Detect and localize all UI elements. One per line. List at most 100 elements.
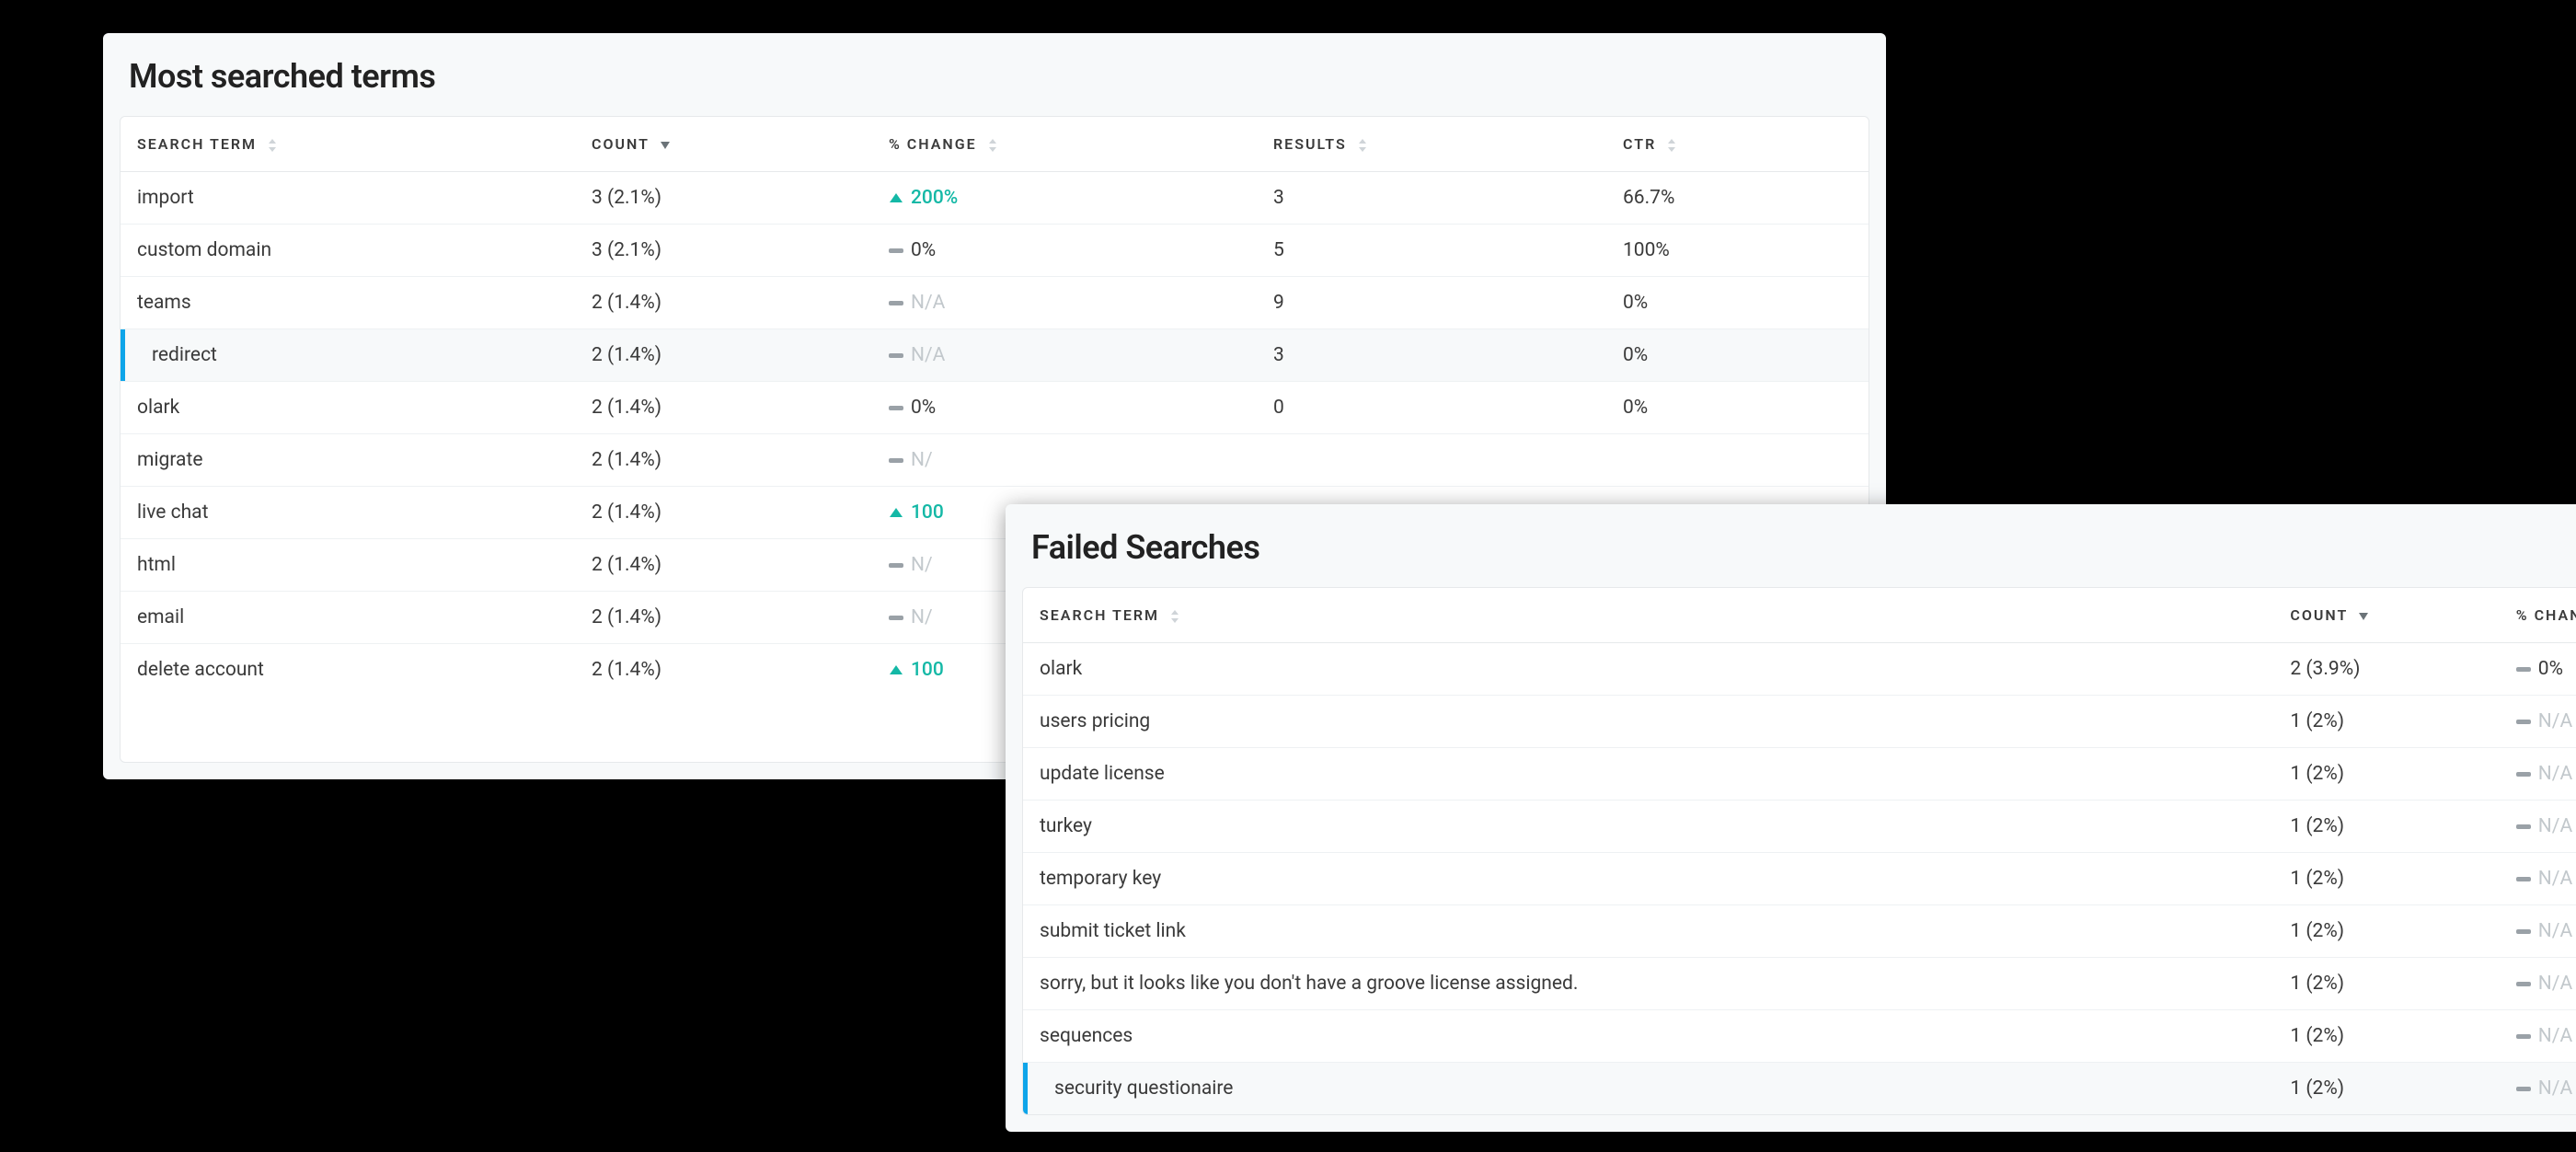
cell-search-term: update license bbox=[1023, 748, 2273, 801]
change-value: 0% bbox=[2538, 658, 2563, 680]
table-row[interactable]: sorry, but it looks like you don't have … bbox=[1023, 958, 2576, 1010]
cell-count: 2 (1.4%) bbox=[575, 277, 872, 329]
cell-results bbox=[1257, 434, 1606, 487]
table-row[interactable]: update license1 (2%)N/A bbox=[1023, 748, 2576, 801]
cell-search-term: sorry, but it looks like you don't have … bbox=[1023, 958, 2273, 1010]
panel-title: Failed Searches bbox=[1006, 504, 2576, 587]
cell-search-term: html bbox=[121, 539, 575, 592]
change-value: N/ bbox=[911, 606, 933, 628]
trend-flat-icon bbox=[2516, 824, 2531, 829]
trend-flat-icon bbox=[889, 458, 903, 463]
cell-search-term: temporary key bbox=[1023, 853, 2273, 905]
col-header-search-term[interactable]: Search Term bbox=[121, 117, 575, 172]
trend-up-icon bbox=[889, 190, 903, 205]
cell-count: 2 (3.9%) bbox=[2273, 643, 2499, 696]
cell-count: 2 (1.4%) bbox=[575, 329, 872, 382]
sort-icon bbox=[1667, 139, 1676, 152]
cell-change: N/A bbox=[2500, 1010, 2576, 1063]
table-row[interactable]: custom domain3 (2.1%)0%5100% bbox=[121, 225, 1869, 277]
table-row[interactable]: users pricing1 (2%)N/A bbox=[1023, 696, 2576, 748]
cell-change: 0% bbox=[872, 382, 1257, 434]
change-value: N/ bbox=[911, 449, 933, 471]
change-value: N/A bbox=[2538, 1025, 2572, 1047]
change-value: N/A bbox=[2538, 868, 2572, 890]
sort-icon bbox=[268, 139, 277, 152]
cell-search-term: teams bbox=[121, 277, 575, 329]
table-row[interactable]: teams2 (1.4%)N/A90% bbox=[121, 277, 1869, 329]
cell-results: 5 bbox=[1257, 225, 1606, 277]
cell-count: 2 (1.4%) bbox=[575, 434, 872, 487]
table-row[interactable]: migrate2 (1.4%) N/ bbox=[121, 434, 1869, 487]
change-value: N/A bbox=[2538, 920, 2572, 942]
change-value: 100 bbox=[911, 501, 944, 524]
cell-count: 3 (2.1%) bbox=[575, 172, 872, 225]
col-header-count[interactable]: Count bbox=[2273, 588, 2499, 643]
col-header-change[interactable]: % Change bbox=[2500, 588, 2576, 643]
cell-ctr bbox=[1606, 434, 1869, 487]
cell-count: 1 (2%) bbox=[2273, 801, 2499, 853]
sort-icon bbox=[1170, 610, 1179, 623]
cell-change: N/ bbox=[872, 434, 1257, 487]
table-row[interactable]: submit ticket link1 (2%)N/A bbox=[1023, 905, 2576, 958]
trend-flat-icon bbox=[889, 248, 903, 253]
change-value: 100 bbox=[911, 659, 944, 681]
table-row[interactable]: redirect2 (1.4%)N/A30% bbox=[121, 329, 1869, 382]
cell-search-term: migrate bbox=[121, 434, 575, 487]
table-row[interactable]: olark2 (1.4%)0%00% bbox=[121, 382, 1869, 434]
cell-search-term: live chat bbox=[121, 487, 575, 539]
trend-flat-icon bbox=[889, 353, 903, 358]
cell-count: 1 (2%) bbox=[2273, 1063, 2499, 1115]
trend-flat-icon bbox=[889, 406, 903, 410]
trend-flat-icon bbox=[2516, 877, 2531, 881]
change-value: N/A bbox=[2538, 815, 2572, 837]
cell-results: 3 bbox=[1257, 329, 1606, 382]
cell-ctr: 0% bbox=[1606, 382, 1869, 434]
cell-change: 0% bbox=[872, 225, 1257, 277]
change-value: N/ bbox=[911, 554, 933, 576]
cell-change: N/A bbox=[2500, 958, 2576, 1010]
cell-change: N/A bbox=[2500, 801, 2576, 853]
cell-ctr: 100% bbox=[1606, 225, 1869, 277]
cell-change: N/A bbox=[2500, 1063, 2576, 1115]
cell-ctr: 66.7% bbox=[1606, 172, 1869, 225]
panel-title: Most searched terms bbox=[103, 33, 1886, 116]
trend-up-icon bbox=[889, 662, 903, 677]
col-header-ctr[interactable]: CTR bbox=[1606, 117, 1869, 172]
cell-search-term: delete account bbox=[121, 644, 575, 697]
table-row[interactable]: security questionaire1 (2%)N/A bbox=[1023, 1063, 2576, 1115]
trend-flat-icon bbox=[2516, 1034, 2531, 1039]
trend-flat-icon bbox=[2516, 720, 2531, 724]
cell-search-term: email bbox=[121, 592, 575, 644]
failed-searches-table-wrap: Search Term Count % Change bbox=[1022, 587, 2576, 1115]
trend-flat-icon bbox=[2516, 929, 2531, 934]
col-header-change[interactable]: % Change bbox=[872, 117, 1257, 172]
cell-count: 1 (2%) bbox=[2273, 696, 2499, 748]
trend-flat-icon bbox=[889, 616, 903, 620]
cell-change: N/A bbox=[2500, 905, 2576, 958]
table-row[interactable]: sequences1 (2%)N/A bbox=[1023, 1010, 2576, 1063]
col-header-count[interactable]: Count bbox=[575, 117, 872, 172]
trend-flat-icon bbox=[889, 301, 903, 305]
trend-flat-icon bbox=[2516, 772, 2531, 777]
cell-search-term: security questionaire bbox=[1023, 1063, 2273, 1115]
change-value: N/A bbox=[2538, 710, 2572, 732]
cell-count: 1 (2%) bbox=[2273, 853, 2499, 905]
cell-search-term: olark bbox=[1023, 643, 2273, 696]
change-value: 200% bbox=[911, 187, 958, 209]
cell-search-term: import bbox=[121, 172, 575, 225]
table-row[interactable]: olark2 (3.9%) 0% bbox=[1023, 643, 2576, 696]
col-header-search-term[interactable]: Search Term bbox=[1023, 588, 2273, 643]
trend-flat-icon bbox=[889, 563, 903, 568]
cell-count: 1 (2%) bbox=[2273, 748, 2499, 801]
col-header-results[interactable]: Results bbox=[1257, 117, 1606, 172]
failed-searches-table: Search Term Count % Change bbox=[1023, 588, 2576, 1114]
table-row[interactable]: temporary key1 (2%) N/A bbox=[1023, 853, 2576, 905]
cell-results: 9 bbox=[1257, 277, 1606, 329]
cell-results: 3 bbox=[1257, 172, 1606, 225]
table-row[interactable]: import3 (2.1%) 200% 366.7% bbox=[121, 172, 1869, 225]
cell-count: 3 (2.1%) bbox=[575, 225, 872, 277]
sort-desc-icon bbox=[2359, 613, 2368, 620]
cell-search-term: olark bbox=[121, 382, 575, 434]
cell-search-term: custom domain bbox=[121, 225, 575, 277]
table-row[interactable]: turkey1 (2%)N/A bbox=[1023, 801, 2576, 853]
